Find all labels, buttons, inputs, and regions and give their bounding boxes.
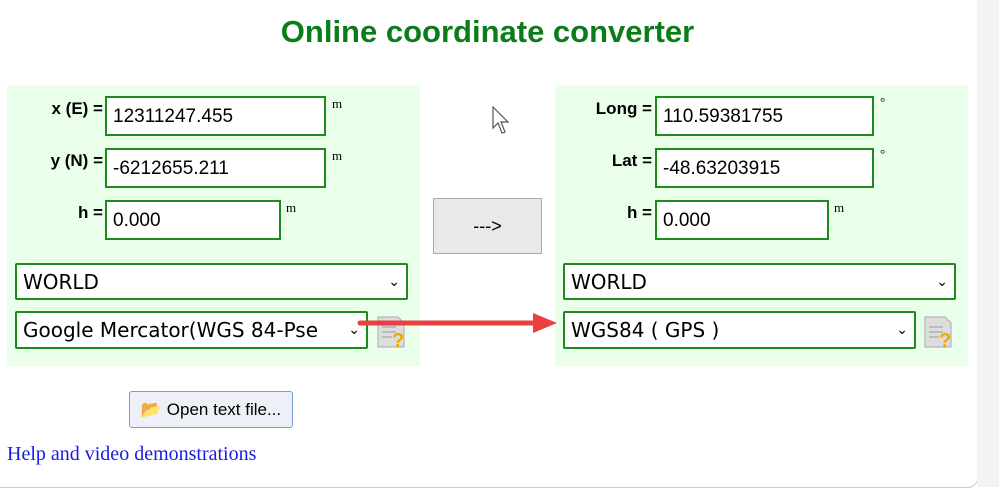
help-document-icon[interactable]: ? — [923, 315, 953, 349]
h-label: h = — [77, 203, 103, 222]
open-text-file-label: Open text file... — [166, 400, 282, 419]
target-system-value: WGS84 ( GPS ) — [571, 318, 720, 342]
lat-label: Lat = — [611, 151, 652, 170]
target-region-select[interactable]: WORLD ⌄ — [563, 263, 956, 300]
chevron-down-icon: ⌄ — [388, 274, 400, 290]
source-region-select[interactable]: WORLD ⌄ — [15, 263, 408, 300]
mouse-cursor-icon — [492, 106, 510, 134]
annotation-arrow-icon — [357, 313, 557, 333]
source-system-value: Google Mercator(WGS 84-Pse — [23, 318, 319, 342]
page-title: Online coordinate converter — [280, 14, 695, 49]
target-h-unit: m — [834, 200, 845, 215]
lat-input[interactable]: -48.63203915 — [655, 148, 874, 188]
y-input[interactable]: -6212655.211 — [105, 148, 326, 188]
y-unit: m — [332, 148, 343, 163]
target-system-select[interactable]: WGS84 ( GPS ) ⌄ — [563, 311, 916, 349]
chevron-down-icon: ⌄ — [896, 322, 908, 338]
long-label: Long = — [595, 99, 652, 118]
x-label: x (E) = — [51, 99, 104, 118]
target-h-label: h = — [626, 203, 652, 222]
long-unit: ° — [880, 94, 886, 109]
chevron-down-icon: ⌄ — [936, 274, 948, 290]
target-region-value: WORLD — [571, 270, 647, 294]
svg-text:?: ? — [939, 330, 951, 349]
h-unit: m — [286, 200, 297, 215]
x-unit: m — [332, 96, 343, 111]
window-background — [977, 0, 999, 487]
x-input[interactable]: 12311247.455 — [105, 96, 326, 136]
help-link[interactable]: Help and video demonstrations — [7, 443, 256, 466]
long-input[interactable]: 110.59381755 — [655, 96, 874, 136]
h-input[interactable]: 0.000 — [105, 200, 281, 240]
source-system-select[interactable]: Google Mercator(WGS 84-Pse ⌄ — [15, 311, 368, 349]
y-label: y (N) = — [50, 151, 103, 170]
target-h-input[interactable]: 0.000 — [655, 200, 829, 240]
convert-button[interactable]: ---> — [433, 198, 542, 254]
folder-icon: 📂 — [140, 400, 163, 419]
lat-unit: ° — [880, 146, 886, 161]
open-text-file-button[interactable]: 📂 Open text file... — [129, 391, 293, 428]
source-region-value: WORLD — [23, 270, 99, 294]
